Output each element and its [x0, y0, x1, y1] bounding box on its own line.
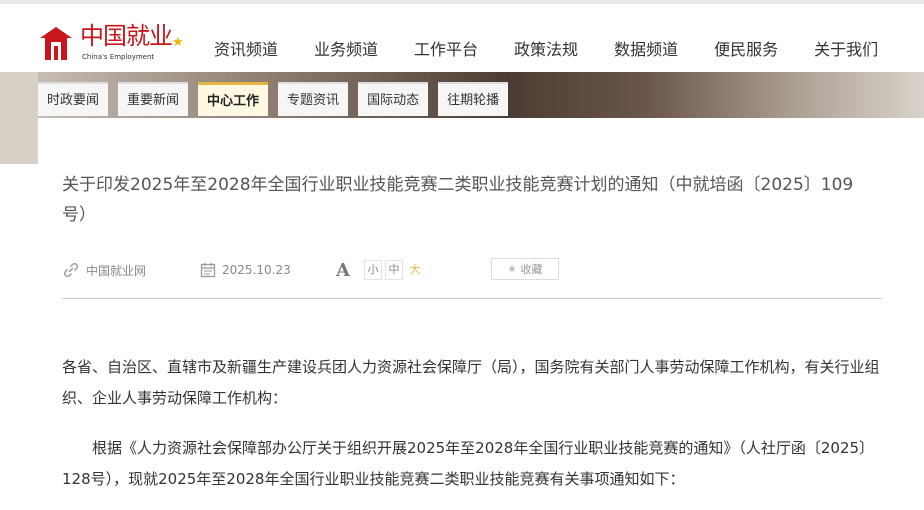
nav-item-news[interactable]: 资讯频道	[214, 38, 278, 64]
article-paragraph: 各省、自治区、直辖市及新疆生产建设兵团人力资源社会保障厅（局），国务院有关部门人…	[62, 358, 880, 407]
source-meta: 中国就业网	[62, 258, 146, 282]
article-source: 中国就业网	[86, 263, 147, 278]
logo-star-icon: ★	[172, 35, 184, 50]
logo-emblem-icon	[40, 27, 72, 60]
tab-politics[interactable]: 时政要闻	[38, 82, 109, 116]
main-nav: 资讯频道 业务频道 工作平台 政策法规 数据频道 便民服务 关于我们	[214, 38, 878, 64]
font-size-icon: A	[336, 259, 350, 281]
favorite-button[interactable]: ★ 收藏	[491, 258, 559, 280]
article-title: 关于印发2025年至2028年全国行业职业技能竞赛二类职业技能竞赛计划的通知（中…	[62, 175, 854, 225]
banner-left-strip	[0, 72, 38, 164]
site-header: 中国就业 ★ China's Employment 资讯频道 业务频道 工作平台…	[0, 4, 924, 72]
date-meta: 2025.10.23	[200, 258, 291, 282]
nav-item-services[interactable]: 便民服务	[714, 38, 778, 64]
tab-topics[interactable]: 专题资讯	[278, 82, 349, 116]
logo-subtitle: China's Employment	[82, 53, 155, 61]
meta-divider	[62, 298, 882, 299]
tab-central-work[interactable]: 中心工作	[198, 82, 269, 116]
favorite-label: 收藏	[520, 263, 543, 276]
font-size-large-button[interactable]: 大	[406, 260, 424, 280]
article-date: 2025.10.23	[222, 263, 291, 277]
nav-item-about[interactable]: 关于我们	[814, 38, 878, 64]
tab-past-carousel[interactable]: 往期轮播	[438, 82, 509, 116]
logo-text: 中国就业	[80, 22, 173, 50]
site-logo[interactable]: 中国就业 ★ China's Employment	[36, 22, 196, 66]
article-meta: 中国就业网 2025.10.23 A 小 中 大 ★ 收藏	[62, 258, 882, 282]
font-size-small-button[interactable]: 小	[363, 260, 382, 280]
tab-important-news[interactable]: 重要新闻	[118, 82, 189, 116]
calendar-icon	[200, 263, 216, 278]
nav-item-policy[interactable]: 政策法规	[514, 38, 578, 64]
nav-item-business[interactable]: 业务频道	[314, 38, 378, 64]
star-icon: ★	[507, 263, 517, 275]
article-paragraph: 根据《人力资源社会保障部办公厅关于组织开展2025年至2028年全国行业职业技能…	[62, 439, 875, 488]
channel-tabs: 时政要闻 重要新闻 中心工作 专题资讯 国际动态 往期轮播	[38, 82, 518, 116]
nav-item-platform[interactable]: 工作平台	[414, 38, 478, 64]
font-size-control: A 小 中 大	[336, 258, 427, 282]
font-size-medium-button[interactable]: 中	[384, 260, 403, 280]
link-icon	[63, 262, 79, 278]
article-panel: 关于印发2025年至2028年全国行业职业技能竞赛二类职业技能竞赛计划的通知（中…	[38, 118, 924, 510]
tab-international[interactable]: 国际动态	[358, 82, 429, 116]
nav-item-data[interactable]: 数据频道	[614, 38, 678, 64]
